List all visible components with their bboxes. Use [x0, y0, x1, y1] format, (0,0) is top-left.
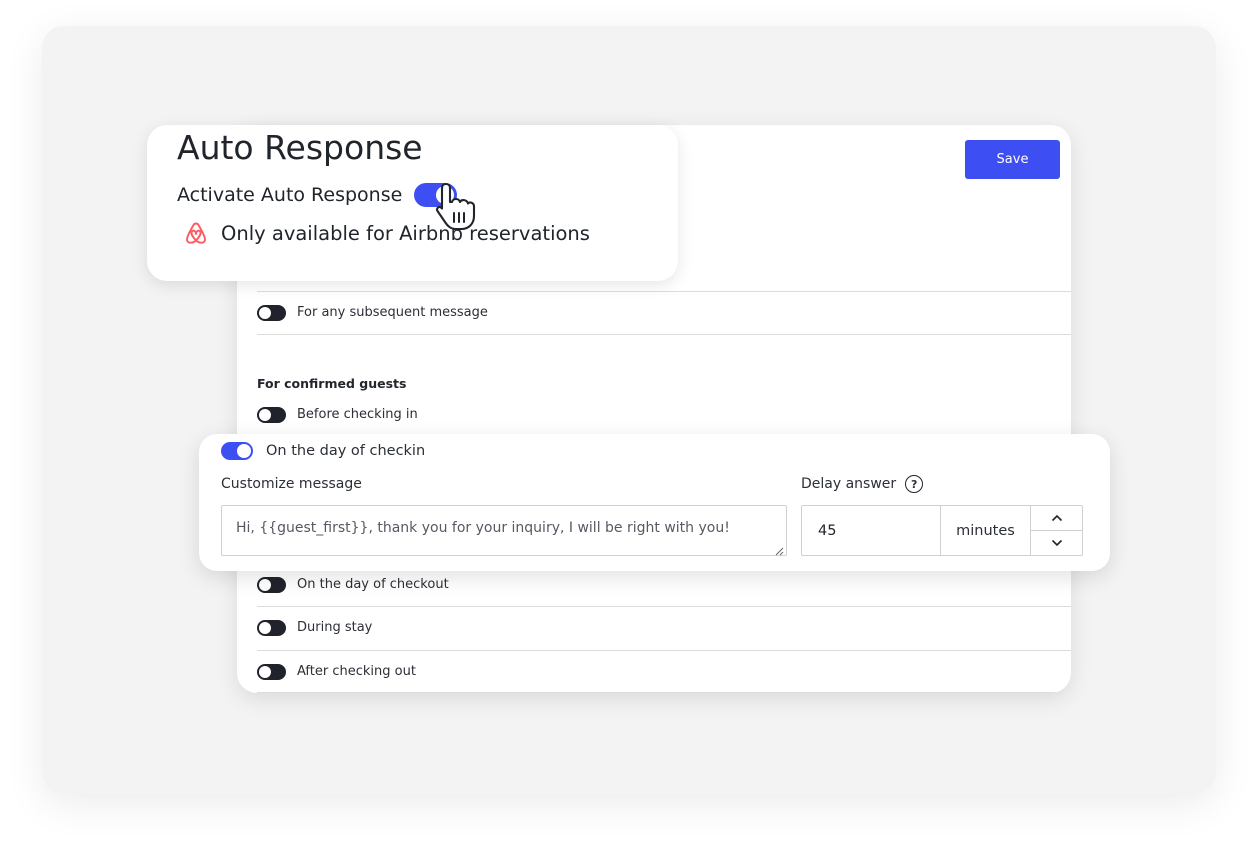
airbnb-note-text: Only available for Airbnb reservations	[221, 221, 590, 245]
checkin-header: On the day of checkin	[221, 442, 425, 460]
checkout-day-toggle[interactable]	[257, 576, 286, 593]
page-title: Auto Response	[177, 128, 423, 167]
subsequent-toggle[interactable]	[257, 304, 286, 321]
message-text: Hi, {{guest_first}}, thank you for your …	[236, 520, 730, 536]
during-stay-toggle[interactable]	[257, 619, 286, 636]
setting-during-stay: During stay	[257, 606, 1071, 649]
message-textarea[interactable]: Hi, {{guest_first}}, thank you for your …	[221, 505, 787, 556]
checkout-day-label: On the day of checkout	[297, 577, 449, 592]
divider	[257, 692, 1071, 693]
auto-response-popup: Auto Response Activate Auto Response Onl…	[147, 125, 678, 281]
after-checkout-toggle[interactable]	[257, 663, 286, 680]
chevron-down-icon	[1051, 536, 1063, 550]
airbnb-icon	[183, 220, 209, 246]
chevron-up-icon	[1051, 511, 1063, 525]
during-stay-label: During stay	[297, 620, 373, 635]
delay-answer-text: Delay answer	[801, 476, 897, 492]
decrement-button[interactable]	[1031, 531, 1082, 555]
help-icon[interactable]: ?	[905, 475, 924, 493]
confirmed-guests-heading: For confirmed guests	[257, 376, 407, 391]
delay-stepper: 45 minutes	[801, 505, 1083, 556]
delay-unit: minutes	[941, 506, 1031, 555]
delay-answer-label: Delay answer ?	[801, 475, 924, 493]
setting-subsequent-message: For any subsequent message	[257, 291, 1071, 334]
airbnb-note: Only available for Airbnb reservations	[183, 220, 590, 246]
activate-row: Activate Auto Response	[177, 183, 458, 207]
delay-input[interactable]: 45	[802, 506, 941, 555]
stepper-buttons	[1031, 506, 1082, 555]
checkin-toggle[interactable]	[221, 442, 253, 460]
setting-after-checkout: After checking out	[257, 650, 1071, 693]
checkin-label: On the day of checkin	[266, 443, 426, 459]
customize-message-label: Customize message	[221, 476, 362, 492]
divider	[257, 334, 1071, 335]
save-button[interactable]: Save	[965, 140, 1060, 179]
increment-button[interactable]	[1031, 506, 1082, 531]
activate-label: Activate Auto Response	[177, 184, 403, 206]
subsequent-label: For any subsequent message	[297, 305, 488, 320]
resize-handle-icon[interactable]	[775, 544, 784, 556]
checkin-popup: On the day of checkin Customize message …	[199, 434, 1110, 571]
after-checkout-label: After checking out	[297, 664, 416, 679]
setting-before-checkin: Before checking in	[257, 393, 1071, 436]
before-checkin-toggle[interactable]	[257, 406, 286, 423]
before-checkin-label: Before checking in	[297, 407, 418, 422]
pointer-hand-icon	[432, 180, 478, 236]
